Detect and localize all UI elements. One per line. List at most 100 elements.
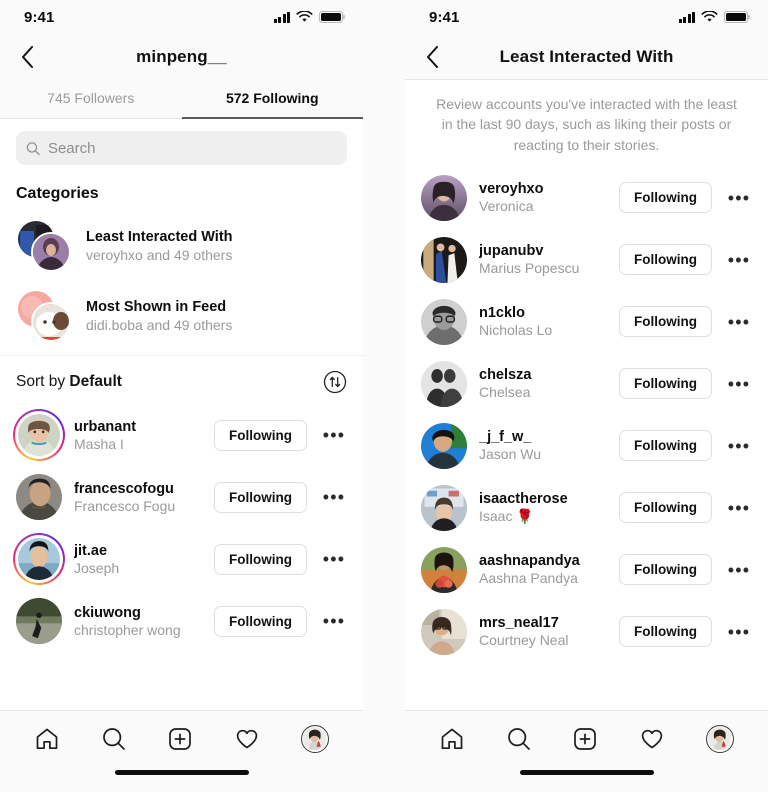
avatar-holder[interactable] — [421, 236, 467, 283]
user-texts: veroyhxo Veronica — [479, 181, 607, 214]
phone-left: 9:41 minpeng__ 745 Followers 572 Followi… — [0, 0, 363, 792]
username: aashnapandya — [479, 553, 580, 570]
back-button[interactable] — [4, 34, 50, 80]
search-input[interactable] — [47, 139, 337, 157]
tab-profile[interactable] — [300, 724, 329, 753]
list-item[interactable]: chelsza Chelsea Following ••• — [405, 353, 768, 415]
following-button[interactable]: Following — [619, 368, 712, 400]
user-texts: aashnapandya Aashna Pandya — [479, 553, 607, 586]
tab-home[interactable] — [439, 726, 465, 752]
more-options-icon[interactable]: ••• — [724, 437, 754, 455]
avatar — [421, 298, 467, 345]
following-button[interactable]: Following — [619, 616, 712, 648]
tab-activity[interactable] — [639, 726, 665, 752]
tab-search[interactable] — [101, 726, 127, 752]
avatar-holder[interactable] — [421, 484, 467, 531]
following-button[interactable]: Following — [619, 554, 712, 586]
list-item[interactable]: jit.ae Joseph Following ••• — [0, 528, 363, 590]
list-item[interactable]: francescofogu Francesco Fogu Following •… — [0, 466, 363, 528]
avatar-holder[interactable] — [421, 360, 467, 407]
tab-followers[interactable]: 745 Followers — [0, 80, 182, 119]
avatar-holder[interactable] — [421, 422, 467, 469]
category-least-interacted[interactable]: Least Interacted With veroyhxo and 49 ot… — [0, 211, 363, 281]
user-texts: ckiuwong christopher wong — [74, 605, 202, 638]
more-options-icon[interactable]: ••• — [724, 189, 754, 207]
following-button[interactable]: Following — [619, 430, 712, 462]
following-button[interactable]: Following — [214, 419, 307, 451]
fullname: Masha I — [74, 435, 124, 452]
more-options-icon[interactable]: ••• — [319, 426, 349, 444]
more-options-icon[interactable]: ••• — [319, 488, 349, 506]
avatar-holder[interactable] — [421, 608, 467, 655]
tab-following[interactable]: 572 Following — [181, 80, 363, 119]
search-icon — [26, 141, 40, 155]
tab-profile[interactable] — [705, 724, 734, 753]
list-item[interactable]: urbanant Masha I Following ••• — [0, 404, 363, 466]
avatar-holder[interactable] — [421, 174, 467, 221]
following-button[interactable]: Following — [619, 306, 712, 338]
fullname: Aashna Pandya — [479, 570, 578, 587]
list-item[interactable]: isaactherose Isaac 🌹 Following ••• — [405, 477, 768, 539]
following-button[interactable]: Following — [214, 543, 307, 575]
list-item[interactable]: aashnapandya Aashna Pandya Following ••• — [405, 539, 768, 601]
fullname: Francesco Fogu — [74, 497, 176, 514]
list-item[interactable]: mrs_neal17 Courtney Neal Following ••• — [405, 601, 768, 663]
category-most-shown[interactable]: Most Shown in Feed didi.boba and 49 othe… — [0, 281, 363, 351]
username: mrs_neal17 — [479, 615, 559, 632]
tab-search[interactable] — [506, 726, 532, 752]
username: jupanubv — [479, 243, 544, 260]
profile-avatar-icon — [300, 724, 329, 753]
list-item[interactable]: veroyhxo Veronica Following ••• — [405, 167, 768, 229]
back-button[interactable] — [409, 34, 455, 80]
following-button[interactable]: Following — [619, 244, 712, 276]
list-item[interactable]: n1cklo Nicholas Lo Following ••• — [405, 291, 768, 353]
avatar — [303, 727, 327, 750]
home-indicator-area-right — [405, 766, 768, 792]
tab-home[interactable] — [34, 726, 60, 752]
home-icon — [36, 728, 58, 749]
tab-create[interactable] — [572, 726, 598, 752]
more-options-icon[interactable]: ••• — [724, 375, 754, 393]
following-button[interactable]: Following — [619, 492, 712, 524]
following-button[interactable]: Following — [214, 605, 307, 637]
category-subtitle: veroyhxo and 49 others — [86, 247, 233, 263]
following-button[interactable]: Following — [214, 481, 307, 513]
avatar-holder[interactable] — [16, 598, 62, 644]
home-indicator[interactable] — [114, 770, 249, 775]
avatar — [18, 414, 60, 456]
avatar-holder[interactable] — [421, 298, 467, 345]
sort-arrows-icon[interactable] — [323, 370, 347, 394]
user-texts: _j_f_w_ Jason Wu — [479, 429, 607, 462]
avatar-holder[interactable] — [421, 546, 467, 593]
fullname: Courtney Neal — [479, 632, 569, 649]
tab-activity[interactable] — [234, 726, 260, 752]
wifi-icon — [296, 11, 313, 22]
username: urbanant — [74, 418, 137, 435]
list-item[interactable]: ckiuwong christopher wong Following ••• — [0, 590, 363, 652]
avatar-holder[interactable] — [13, 409, 65, 461]
home-indicator[interactable] — [519, 770, 654, 775]
more-options-icon[interactable]: ••• — [319, 550, 349, 568]
tab-create[interactable] — [167, 726, 193, 752]
more-options-icon[interactable]: ••• — [724, 499, 754, 517]
home-indicator-area-left — [0, 766, 363, 792]
username: isaactherose — [479, 490, 568, 507]
more-options-icon[interactable]: ••• — [724, 561, 754, 579]
avatar-holder[interactable] — [16, 474, 62, 520]
search-icon — [103, 727, 125, 750]
category-subtitle: didi.boba and 49 others — [86, 317, 233, 333]
status-bar-right: 9:41 — [405, 0, 768, 34]
avatar-holder[interactable] — [13, 533, 65, 585]
more-options-icon[interactable]: ••• — [724, 251, 754, 269]
more-options-icon[interactable]: ••• — [724, 313, 754, 331]
more-options-icon[interactable]: ••• — [319, 612, 349, 630]
following-button[interactable]: Following — [619, 182, 712, 214]
panel-gap — [363, 0, 405, 792]
list-item[interactable]: jupanubv Marius Popescu Following ••• — [405, 229, 768, 291]
more-options-icon[interactable]: ••• — [724, 623, 754, 641]
search-box[interactable] — [16, 131, 347, 165]
fullname: christopher wong — [74, 621, 181, 638]
category-avatars — [16, 289, 72, 343]
list-item[interactable]: _j_f_w_ Jason Wu Following ••• — [405, 415, 768, 477]
sort-row: Sort by Default — [0, 356, 363, 404]
